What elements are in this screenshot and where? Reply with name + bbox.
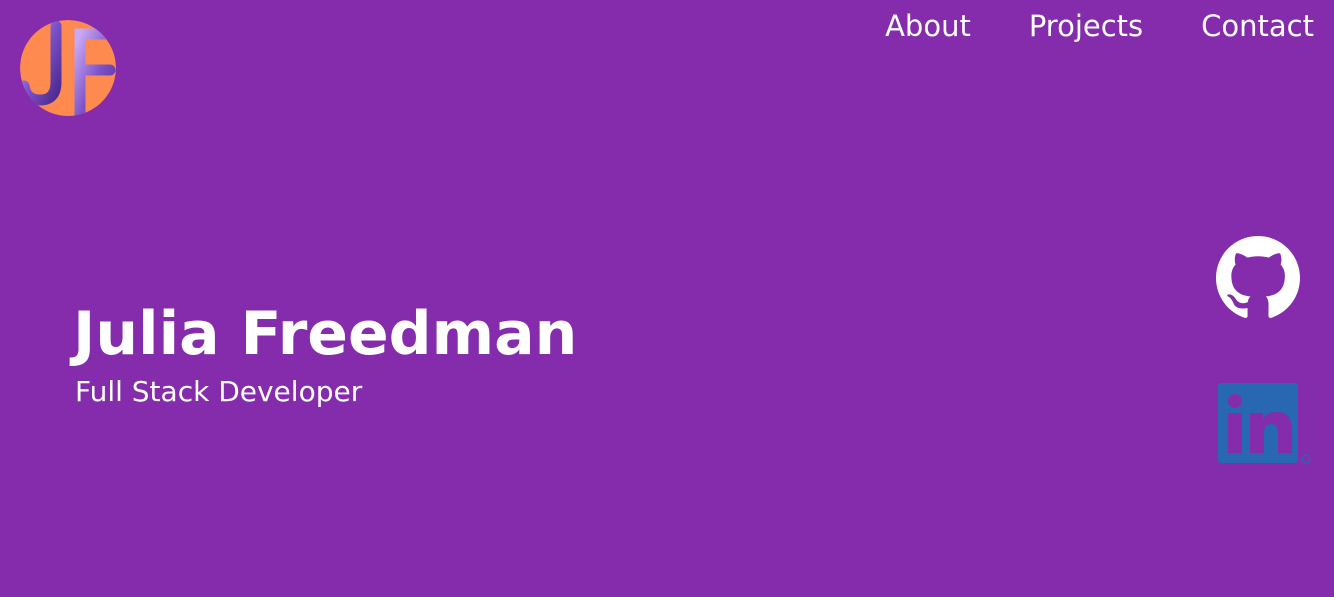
github-icon: [1216, 236, 1300, 318]
jf-monogram-logo: [20, 20, 116, 116]
linkedin-link[interactable]: [1216, 383, 1312, 467]
github-link[interactable]: [1216, 236, 1312, 320]
logo-link[interactable]: [20, 20, 116, 116]
nav-link-contact[interactable]: Contact: [1201, 8, 1314, 44]
top-nav: About Projects Contact: [885, 8, 1314, 44]
hero-name: Julia Freedman: [73, 299, 578, 369]
linkedin-icon: [1218, 383, 1311, 464]
nav-link-about[interactable]: About: [885, 8, 971, 44]
hero-section: Julia Freedman Full Stack Developer: [73, 296, 577, 410]
hero-role: Full Stack Developer: [75, 375, 363, 408]
nav-link-projects[interactable]: Projects: [1029, 8, 1143, 44]
